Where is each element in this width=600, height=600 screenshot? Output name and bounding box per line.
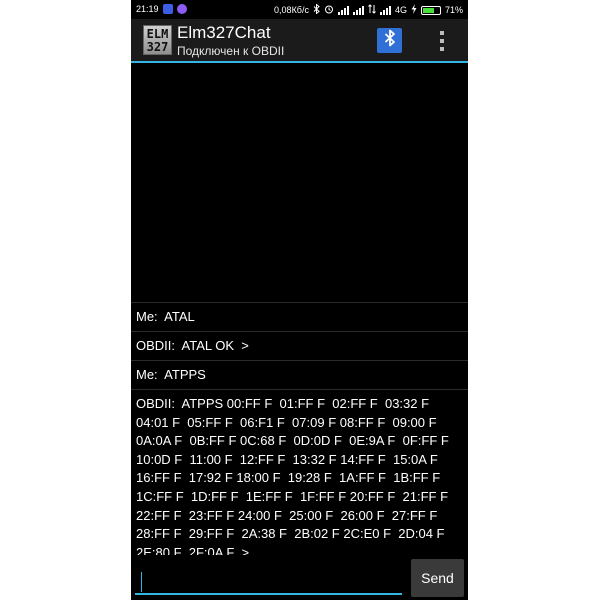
app-bar: ELM 327 Elm327Chat Подключен к OBDII (131, 19, 468, 61)
network-type: 4G (394, 5, 407, 15)
text-cursor (141, 572, 142, 592)
connection-status: Подключен к OBDII (177, 44, 285, 58)
data-arrows-icon (368, 4, 376, 16)
signal-icon (337, 5, 349, 15)
signal-icon (379, 5, 391, 15)
list-item: Me: ATPPS (131, 360, 468, 389)
facebook-icon (162, 4, 173, 14)
battery-percent: 71% (444, 5, 463, 15)
network-speed: 0,08Кб/с (274, 5, 309, 15)
menu-dot-icon (440, 30, 444, 35)
phone-screen: 21:19 0,08Кб/с 4G 71% ELM 327 Elm327Chat… (131, 0, 468, 600)
message-input[interactable] (135, 563, 402, 595)
message-text: Me: ATAL (136, 309, 195, 324)
bluetooth-button[interactable] (377, 28, 402, 53)
app-logo-line2: 327 (146, 40, 169, 54)
status-bar: 21:19 0,08Кб/с 4G 71% (131, 0, 468, 19)
battery-icon (420, 5, 441, 15)
signal-icon (352, 5, 364, 15)
bluetooth-icon (384, 29, 396, 52)
message-list[interactable]: Me: ATAL OBDII: ATAL OK > Me: ATPPS OBDI… (131, 302, 468, 567)
viber-icon (176, 4, 187, 14)
message-text: OBDII: ATAL OK > (136, 338, 249, 353)
send-button[interactable]: Send (411, 559, 464, 597)
clock: 21:19 (136, 4, 159, 14)
charging-icon (411, 4, 417, 16)
menu-dot-icon (440, 38, 444, 43)
message-text: Me: ATPPS (136, 367, 206, 382)
alarm-icon (324, 4, 334, 16)
list-item: OBDII: ATAL OK > (131, 331, 468, 360)
app-logo: ELM 327 (143, 25, 172, 55)
list-item: OBDII: ATPPS 00:FF F 01:FF F 02:FF F 03:… (131, 389, 468, 567)
app-title: Elm327Chat (177, 23, 271, 42)
compose-bar: Send (131, 555, 468, 600)
overflow-menu-button[interactable] (431, 28, 453, 53)
battery-level (422, 7, 435, 13)
menu-dot-icon (440, 46, 444, 51)
app-bar-divider (131, 61, 468, 63)
list-item: Me: ATAL (131, 302, 468, 331)
bluetooth-status-icon (313, 3, 320, 16)
message-text: OBDII: ATPPS 00:FF F 01:FF F 02:FF F 03:… (136, 396, 449, 560)
